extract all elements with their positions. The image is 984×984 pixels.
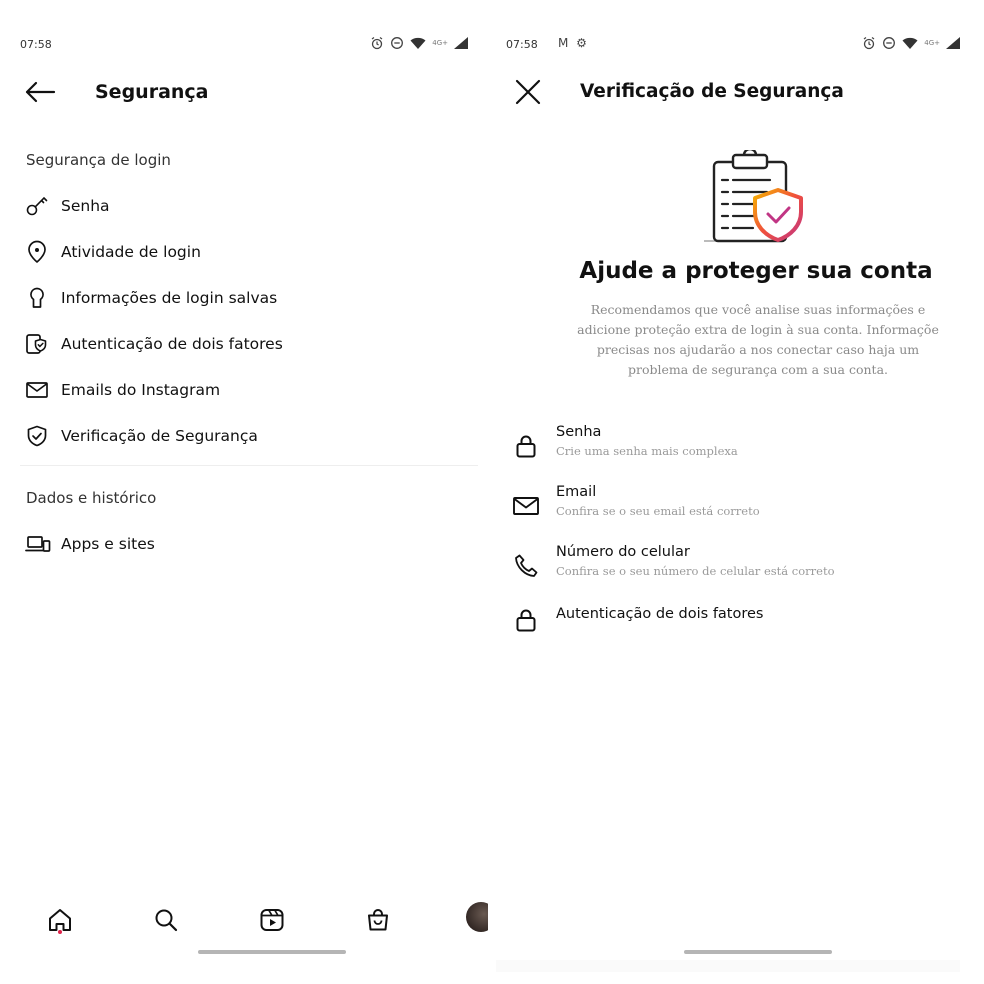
checkup-item-title: Número do celular: [556, 544, 690, 560]
menu-item-instagram-emails[interactable]: Emails do Instagram: [20, 370, 478, 410]
do-not-disturb-icon: [391, 37, 404, 49]
checkup-item-password[interactable]: Senha Crie uma senha mais complexa: [508, 424, 974, 472]
security-settings-screen: 07:58 4G+ Segurança Segurança de login S…: [0, 0, 488, 984]
checkup-item-two-factor-auth[interactable]: Autenticação de dois fatores: [508, 598, 974, 646]
bottom-navigation: [0, 890, 488, 950]
do-not-disturb-icon: [883, 37, 896, 49]
checkup-item-phone-number[interactable]: Número do celular Confira se o seu númer…: [508, 544, 974, 592]
notification-dot: [58, 930, 62, 934]
top-bar: Segurança: [0, 74, 488, 110]
section-header-data-history: Dados e histórico: [26, 489, 157, 507]
signal-icon: [454, 37, 468, 49]
back-arrow-icon[interactable]: [24, 78, 56, 106]
menu-item-label: Informações de login salvas: [61, 289, 278, 307]
checkup-item-title: Autenticação de dois fatores: [556, 606, 764, 622]
alarm-icon: [863, 37, 875, 50]
phone-icon: [512, 552, 540, 580]
notification-icons: M ⚙: [558, 36, 589, 50]
menu-item-label: Autenticação de dois fatores: [61, 335, 283, 353]
alarm-icon: [371, 37, 383, 50]
menu-item-login-activity[interactable]: Atividade de login: [20, 232, 478, 272]
checkup-item-title: Email: [556, 484, 597, 500]
menu-item-label: Senha: [61, 197, 110, 215]
clipboard-shield-illustration: [702, 147, 812, 250]
profile-avatar[interactable]: [466, 902, 488, 932]
page-title: Verificação de Segurança: [580, 81, 844, 102]
two-factor-shield-icon: [20, 332, 56, 356]
checkup-item-email[interactable]: Email Confira se o seu email está corret…: [508, 484, 974, 532]
checkup-item-subtitle: Crie uma senha mais complexa: [556, 444, 738, 458]
section-divider: [20, 465, 478, 466]
menu-item-saved-login-info[interactable]: Informações de login salvas: [20, 278, 478, 318]
keyhole-icon: [20, 286, 56, 310]
bottom-strip: [496, 960, 960, 972]
status-bar: 07:58 M ⚙ 4G+: [506, 36, 960, 56]
menu-item-two-factor-auth[interactable]: Autenticação de dois fatores: [20, 324, 478, 364]
envelope-icon: [20, 378, 56, 402]
status-icons: 4G+: [370, 36, 468, 50]
security-checkup-screen: 07:58 M ⚙ 4G+ Verificação de Segurança A…: [496, 0, 984, 984]
status-time: 07:58: [506, 38, 538, 51]
menu-item-label: Verificação de Segurança: [61, 427, 258, 445]
checkup-item-title: Senha: [556, 424, 602, 440]
close-icon[interactable]: [512, 78, 544, 106]
status-bar: 07:58 4G+: [20, 36, 468, 56]
reels-icon[interactable]: [254, 902, 290, 938]
wifi-icon: [902, 37, 918, 49]
home-indicator[interactable]: [684, 950, 832, 954]
top-bar: Verificação de Segurança: [496, 74, 984, 110]
page-title: Segurança: [95, 81, 209, 103]
network-type: 4G+: [432, 39, 448, 47]
checkup-item-subtitle: Confira se o seu email está correto: [556, 504, 760, 518]
location-pin-icon: [20, 240, 56, 264]
network-type: 4G+: [924, 39, 940, 47]
menu-item-label: Emails do Instagram: [61, 381, 221, 399]
search-icon[interactable]: [148, 902, 184, 938]
envelope-icon: [512, 492, 540, 520]
status-icons: 4G+: [862, 36, 960, 50]
lock-icon: [512, 606, 540, 634]
menu-item-security-checkup[interactable]: Verificação de Segurança: [20, 416, 478, 456]
headline: Ajude a proteger sua conta: [579, 258, 933, 284]
menu-item-apps-websites[interactable]: Apps e sites: [20, 524, 478, 564]
status-time: 07:58: [20, 38, 52, 51]
checkup-item-subtitle: Confira se o seu número de celular está …: [556, 564, 835, 578]
menu-item-label: Apps e sites: [61, 535, 155, 553]
menu-item-label: Atividade de login: [61, 243, 201, 261]
laptop-phone-icon: [20, 532, 56, 556]
description-text: Recomendamos que você analise suas infor…: [577, 302, 939, 377]
lock-icon: [512, 432, 540, 460]
key-icon: [20, 194, 56, 218]
home-indicator[interactable]: [198, 950, 346, 954]
wifi-icon: [410, 37, 426, 49]
shield-check-icon: [20, 424, 56, 448]
signal-icon: [946, 37, 960, 49]
shop-icon[interactable]: [360, 902, 396, 938]
section-header-login-security: Segurança de login: [26, 151, 171, 169]
menu-item-password[interactable]: Senha: [20, 186, 478, 226]
